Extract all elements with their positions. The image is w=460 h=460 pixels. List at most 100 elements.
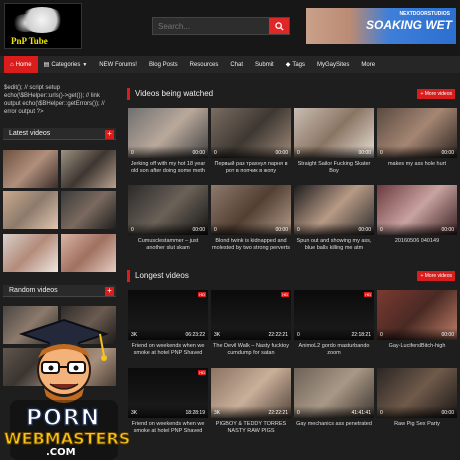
video-card[interactable]: 3K 22:22:21 PIGBOY & TEDDY TORRES NASTY R… [211,368,291,435]
latest-more-button[interactable]: + [105,130,114,139]
video-thumb[interactable]: 0 00:00 [377,290,457,340]
video-thumb[interactable]: 0 00:00 [377,185,457,235]
latest-thumb[interactable] [61,150,116,188]
video-title[interactable]: Raw Pig Sex Party [377,421,457,435]
pwm-line-3: .COM [46,447,76,458]
video-title[interactable]: PIGBOY & TEDDY TORRES NASTY RAW PIGS [211,421,291,435]
video-card[interactable]: HD 3K 18:28:19 Friend on weekends when we … [128,368,208,435]
view-count: 0 [380,150,383,156]
nav-resources[interactable]: Resources [184,56,225,73]
view-count: 0 [131,150,134,156]
view-count: 0 [297,410,300,416]
nav-label: Resources [189,61,219,68]
video-title[interactable]: Первый раз трахнул парня в рот в попчик … [211,161,291,175]
video-thumb[interactable]: HD 3K 18:28:19 [128,368,208,418]
latest-videos-header: Latest videos + [3,128,116,140]
site-header: PnP Tube NEXTDOORSTUDIOS SOAKING WET [0,0,460,56]
nav-label: Categories [51,61,81,68]
video-duration: 06:23:22 [185,332,205,338]
view-count: 0 [297,150,300,156]
video-card[interactable]: 0 00:00 Blond twink is kidnapped and mole… [211,185,291,252]
video-title[interactable]: AnimoL2 gordo masturbando zoom [294,343,374,357]
view-count: 3K [214,410,221,416]
video-card[interactable]: 0 00:00 20160506 040149 [377,185,457,252]
video-card[interactable]: 0 41:41:41 Gay mechanics ass penetrated [294,368,374,435]
video-duration: 00:00 [275,150,288,156]
video-title[interactable]: Friend on weekends when we smoke at hote… [128,343,208,357]
video-thumb[interactable]: HD 0 22:18:21 [294,290,374,340]
video-thumb[interactable]: 0 41:41:41 [294,368,374,418]
video-title[interactable]: Jerking off with my hot 18 year old son … [128,161,208,175]
banner-title: SOAKING WET [366,18,452,32]
nav-forums[interactable]: NEW Forums! [93,56,143,73]
nav-chat[interactable]: Chat [224,56,249,73]
video-thumb[interactable]: HD 3K 06:23:22 [128,290,208,340]
home-icon: ⌂ [10,61,14,68]
video-thumb[interactable]: 0 00:00 [128,185,208,235]
video-title[interactable]: makes my ass hole hurt [377,161,457,175]
video-card[interactable]: 0 00:00 makes my ass hole hurt [377,108,457,175]
latest-thumb[interactable] [3,234,58,272]
video-duration: 00:00 [441,332,454,338]
video-card[interactable]: 0 00:00 Straight Sailor Fucking Skater Bo… [294,108,374,175]
video-card[interactable]: 0 00:00 Gay-LuciferslBitch-high [377,290,457,357]
video-card[interactable]: HD 3K 06:23:22 Friend on weekends when we … [128,290,208,357]
more-videos-button[interactable]: + More videos [417,271,455,281]
nav-submit[interactable]: Submit [249,56,280,73]
video-thumb[interactable]: HD 3K 22:22:21 [211,290,291,340]
view-count: 0 [214,150,217,156]
video-title[interactable]: Friend on weekends when we smoke at hote… [128,421,208,435]
video-card[interactable]: 0 00:00 Cumusclestammer – just another sl… [128,185,208,252]
nav-label: More [361,61,376,68]
nav-home[interactable]: ⌂ Home [4,56,38,73]
video-thumb[interactable]: 3K 22:22:21 [211,368,291,418]
search-button[interactable] [269,18,289,34]
latest-thumb[interactable] [61,234,116,272]
search-input[interactable] [153,18,269,34]
video-thumb[interactable]: 0 00:00 [211,185,291,235]
video-thumb[interactable]: 0 00:00 [377,108,457,158]
video-duration: 00:00 [441,150,454,156]
video-thumb[interactable]: 0 00:00 [294,108,374,158]
nav-mygaysites[interactable]: MyGaySites [311,56,355,73]
latest-thumb[interactable] [61,191,116,229]
random-more-button[interactable]: + [105,287,114,296]
nav-blog[interactable]: Blog Posts [143,56,184,73]
video-duration: 00:00 [192,227,205,233]
hd-badge: HD [198,370,206,375]
video-card[interactable]: 0 00:00 Raw Pig Sex Party [377,368,457,435]
video-title[interactable]: Gay mechanics ass penetrated [294,421,374,435]
latest-thumb[interactable] [3,150,58,188]
code-snippet: $edit(); // script setup echo(\$BHelper:… [4,85,105,115]
video-card[interactable]: 0 00:00 Jerking off with my hot 18 year o… [128,108,208,175]
video-title[interactable]: Gay-LuciferslBitch-high [377,343,457,357]
video-title[interactable]: Straight Sailor Fucking Skater Boy [294,161,374,175]
main-nav: ⌂ Home ▤ Categories ▼ NEW Forums! Blog Post… [0,56,460,73]
video-thumb[interactable]: 0 00:00 [128,108,208,158]
video-card[interactable]: 0 00:00 Первый раз трахнул парня в рот в … [211,108,291,175]
video-duration: 00:00 [358,150,371,156]
site-logo[interactable]: PnP Tube [4,3,82,49]
video-title[interactable]: 20160506 040149 [377,238,457,252]
video-thumb[interactable]: 0 00:00 [377,368,457,418]
video-title[interactable]: Blond twink is kidnapped and molested by… [211,238,291,252]
nav-tags[interactable]: ◆ Tags [280,56,311,73]
video-card[interactable]: HD 0 22:18:21 AnimoL2 gordo masturbando zo… [294,290,374,357]
video-card[interactable]: HD 3K 22:22:21 The Devil Walk – Nasty fuck… [211,290,291,357]
pwm-line-1: PORN [25,405,101,432]
video-thumb[interactable]: 0 00:00 [294,185,374,235]
view-count: 0 [131,227,134,233]
video-duration: 00:00 [192,150,205,156]
nav-more[interactable]: More [355,56,381,73]
more-videos-button[interactable]: + More videos [417,89,455,99]
latest-thumb[interactable] [3,191,58,229]
video-title[interactable]: Spun out and showing my ass, blue balls … [294,238,374,252]
video-title[interactable]: Cumusclestammer – just another slut skam [128,238,208,252]
video-card[interactable]: 0 00:00 Spun out and showing my ass, blue… [294,185,374,252]
main-content: Videos being watched + More videos 0 00:0… [124,80,460,460]
nav-categories[interactable]: ▤ Categories ▼ [38,56,94,73]
view-count: 0 [297,332,300,338]
video-title[interactable]: The Devil Walk – Nasty fucktoy cumdump f… [211,343,291,357]
video-thumb[interactable]: 0 00:00 [211,108,291,158]
ad-banner[interactable]: NEXTDOORSTUDIOS SOAKING WET [306,8,456,44]
